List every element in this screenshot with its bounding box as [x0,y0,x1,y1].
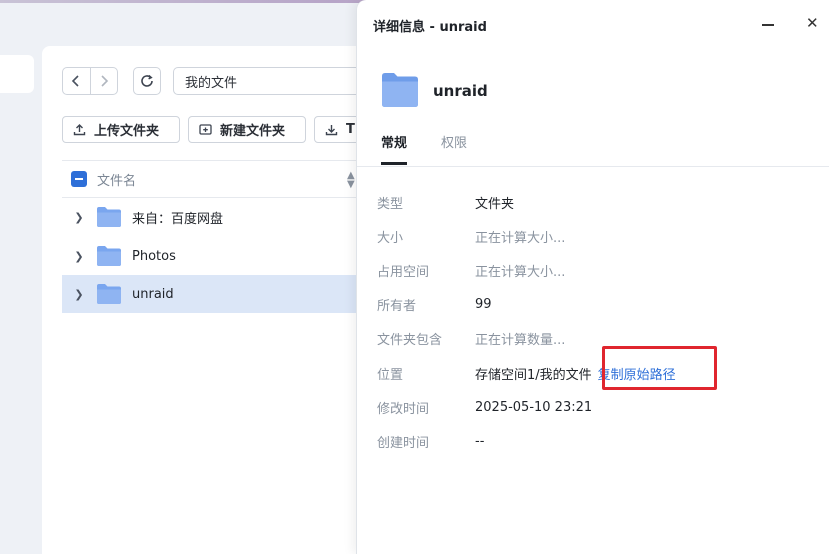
folder-name: unraid [433,82,488,100]
new-folder-button[interactable]: 新建文件夹 [188,116,306,143]
close-button[interactable]: ✕ [806,14,819,32]
back-button[interactable] [63,68,90,94]
property-value: -- [475,433,485,449]
property-label: 位置 [377,367,404,383]
upload-folder-label: 上传文件夹 [94,124,160,139]
property-label: 修改时间 [377,401,430,417]
folder-icon [97,246,121,266]
property-created: 创建时间 -- [377,431,817,451]
details-panel: 详细信息 - unraid ✕ unraid 常规 权限 类型 文件夹 大小 正… [356,0,829,554]
property-label: 占用空间 [377,264,430,280]
minimize-button[interactable] [762,14,776,34]
folder-icon-large [382,73,418,107]
expand-icon[interactable]: ❯ [62,250,96,263]
property-size: 大小 正在计算大小... [377,226,817,246]
tab-permissions[interactable]: 权限 [441,132,467,151]
property-value: 存储空间1/我的文件 [475,367,592,383]
property-label: 文件夹包含 [377,332,443,348]
chevron-left-icon [72,75,79,87]
property-location: 位置 存储空间1/我的文件 复制原始路径 [377,363,817,383]
select-all-checkbox[interactable] [71,171,87,187]
list-item-label: 来自：百度网盘 [132,211,224,227]
folder-icon [97,284,121,304]
chevron-right-icon [101,75,108,87]
property-value: 2025-05-10 23:21 [475,399,593,415]
column-name-header[interactable]: 文件名 [97,170,136,189]
property-owner: 所有者 99 [377,294,817,314]
new-folder-icon [199,124,212,135]
upload-icon [73,124,86,136]
sidebar-stub [0,55,34,93]
list-item[interactable]: ❯ 来自：百度网盘 [62,198,362,236]
tab-general[interactable]: 常规 [381,132,408,165]
property-used-space: 占用空间 正在计算大小... [377,260,817,280]
new-folder-label: 新建文件夹 [220,124,286,139]
forward-button[interactable] [89,68,118,94]
property-label: 大小 [377,230,404,246]
property-modified: 修改时间 2025-05-10 23:21 [377,397,817,417]
list-item[interactable]: ❯ Photos [62,237,362,275]
property-value: 99 [475,296,492,312]
property-value: 正在计算大小... [475,230,566,246]
list-header: 文件名 ▲ ▼ [62,160,362,198]
nav-buttons [62,67,118,95]
minimize-icon [762,24,774,26]
list-item-label: unraid [132,286,174,302]
list-item-label: Photos [132,248,176,264]
download-label: T [346,122,355,137]
expand-icon[interactable]: ❯ [62,211,96,224]
property-contains: 文件夹包含 正在计算数量... [377,328,817,348]
path-text: 我的文件 [185,75,238,91]
expand-icon[interactable]: ❯ [62,288,96,301]
property-value: 正在计算大小... [475,264,566,280]
property-value: 文件夹 [475,196,515,212]
close-icon: ✕ [806,14,819,32]
property-label: 类型 [377,196,404,212]
details-tabs: 常规 权限 [357,128,829,167]
path-input[interactable]: 我的文件 [173,67,373,95]
property-type: 类型 文件夹 [377,192,817,212]
annotation-highlight-box [602,346,717,390]
details-window-title: 详细信息 - unraid [373,20,487,35]
property-label: 创建时间 [377,435,430,451]
refresh-icon [141,74,153,87]
sort-icon[interactable]: ▲ ▼ [347,171,355,190]
folder-icon [97,207,121,227]
upload-folder-button[interactable]: 上传文件夹 [62,116,180,143]
list-item-selected[interactable]: ❯ unraid [62,275,362,313]
refresh-button[interactable] [133,67,161,95]
download-icon [325,125,338,136]
property-value: 正在计算数量... [475,332,566,348]
property-label: 所有者 [377,298,417,314]
